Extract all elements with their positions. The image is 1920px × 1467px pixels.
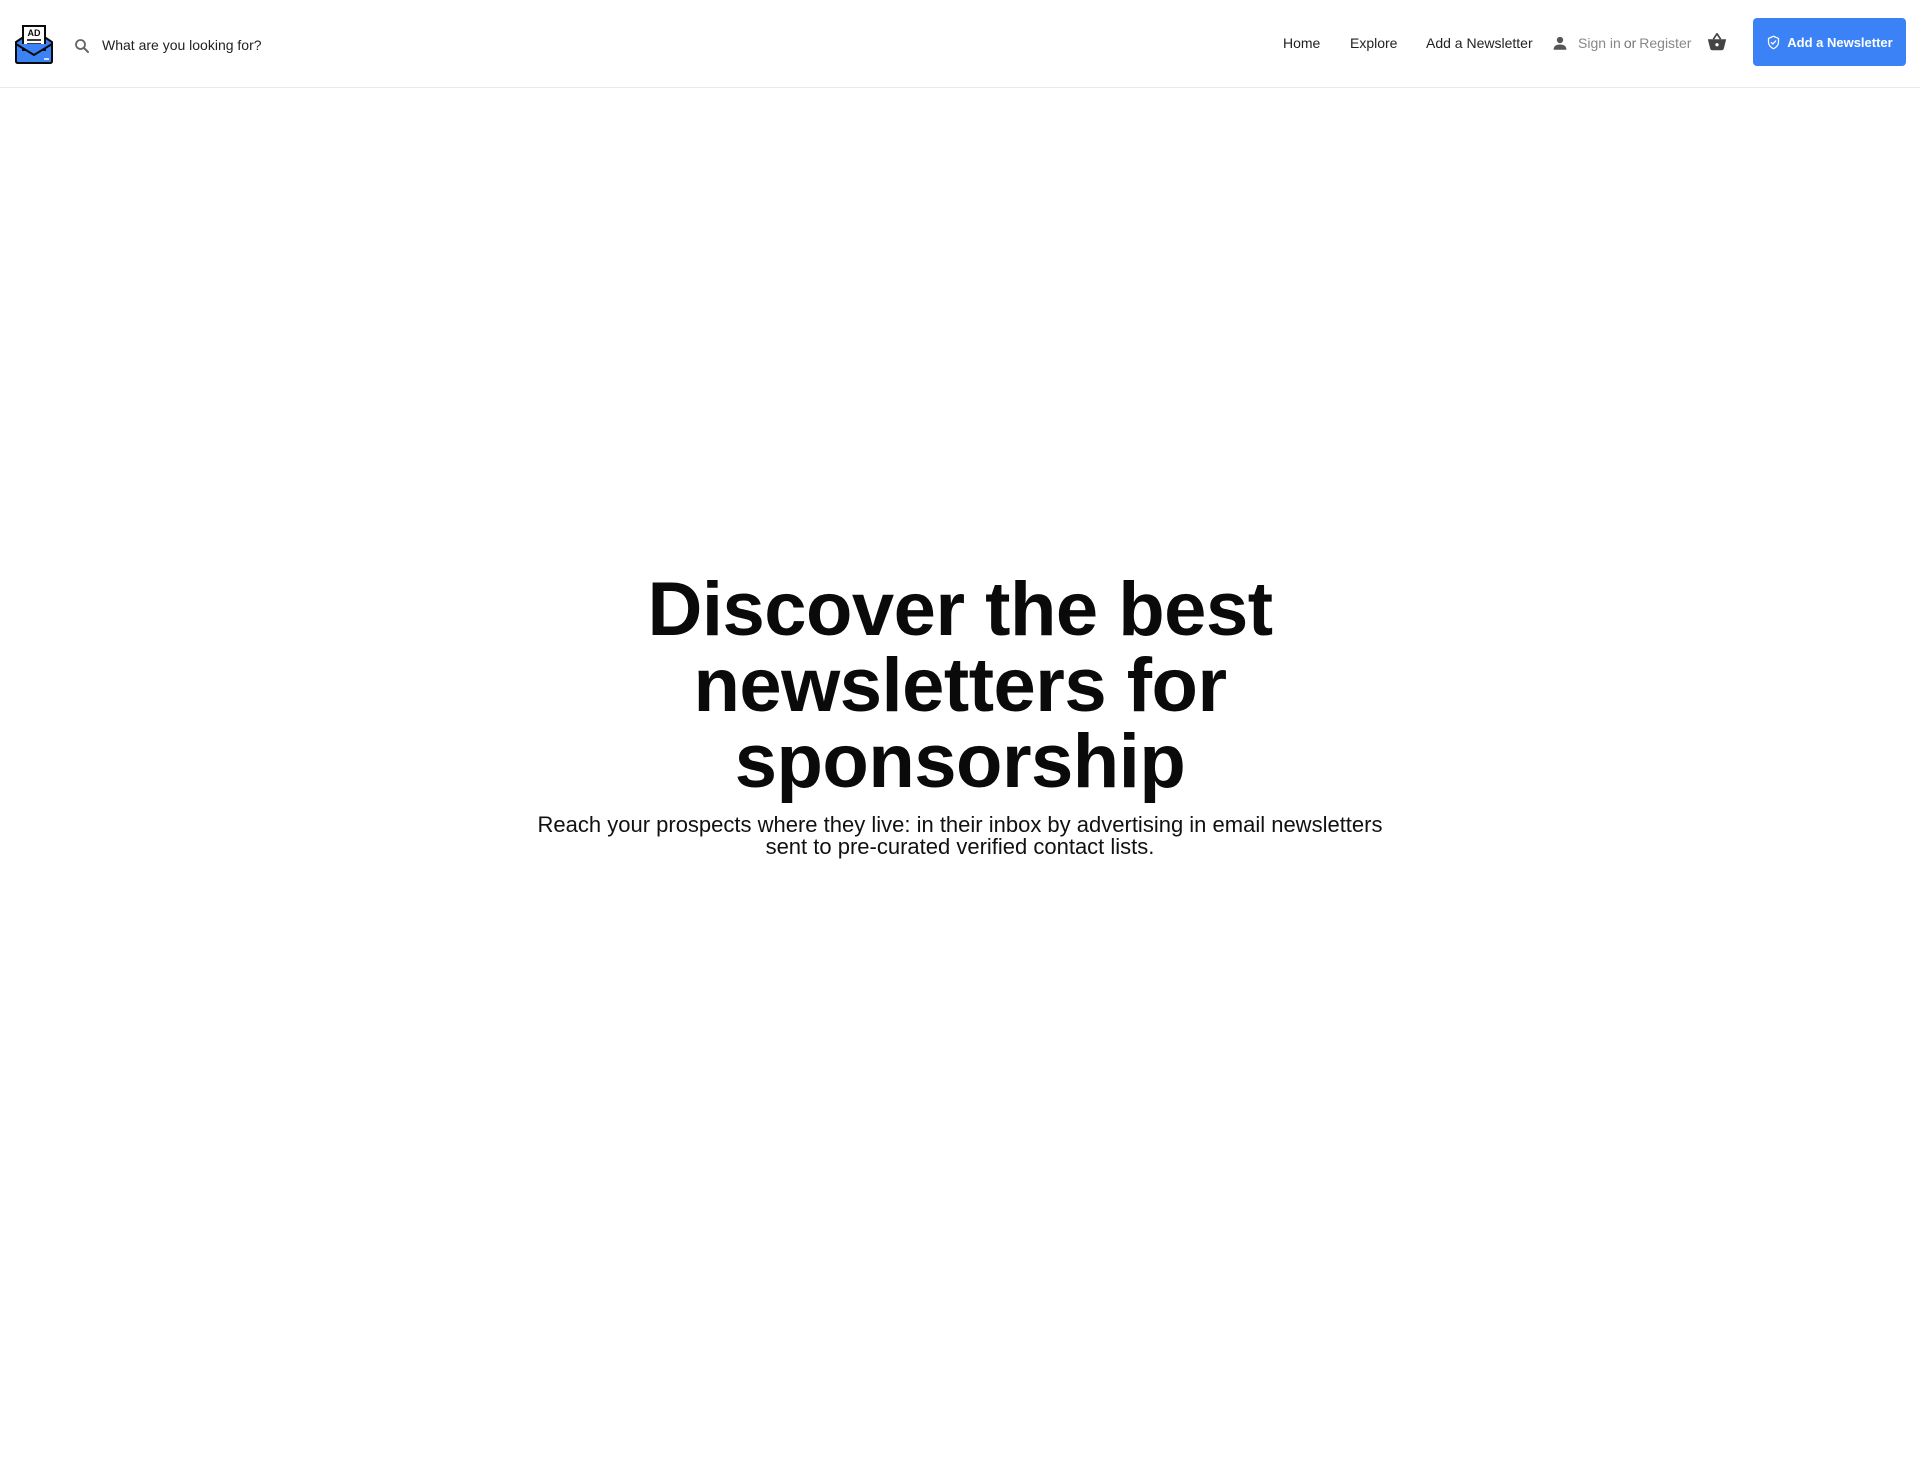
ad-envelope-logo-icon: AD — [15, 25, 53, 64]
basket-icon[interactable] — [1706, 31, 1728, 53]
search-icon — [73, 37, 91, 55]
site-logo[interactable]: AD — [14, 24, 54, 64]
nav-home-link[interactable]: Home — [1283, 34, 1320, 52]
sign-in-link[interactable]: Sign in — [1578, 35, 1621, 51]
hero-title: Discover the best newsletters for sponso… — [647, 567, 1273, 804]
nav-explore-link[interactable]: Explore — [1350, 34, 1397, 52]
shield-check-icon — [1768, 35, 1780, 49]
user-icon — [1551, 34, 1569, 52]
site-header: AD Home Explore Add a Newsletter Sign in… — [0, 0, 1920, 88]
auth-links: Sign in or Register — [1578, 34, 1691, 52]
nav-add-newsletter-link[interactable]: Add a Newsletter — [1426, 34, 1533, 52]
register-link[interactable]: Register — [1639, 35, 1691, 51]
hero-subtitle: Reach your prospects where they live: in… — [537, 812, 1383, 859]
add-newsletter-button-label: Add a Newsletter — [1787, 34, 1893, 50]
logo-text: AD — [28, 28, 41, 38]
search-input[interactable] — [96, 30, 348, 60]
auth-or-text: or — [1623, 35, 1637, 51]
add-newsletter-button[interactable]: Add a Newsletter — [1753, 18, 1906, 66]
